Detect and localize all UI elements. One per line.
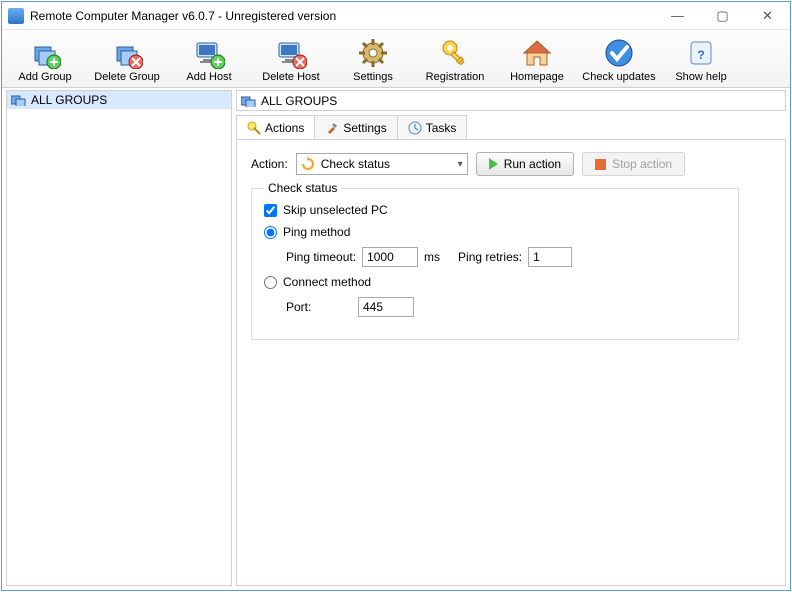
app-icon (8, 8, 24, 24)
delete-group-button[interactable]: Delete Group (86, 32, 168, 87)
stop-action-button: Stop action (582, 152, 685, 176)
gear-icon (357, 37, 389, 69)
ping-timeout-unit: ms (424, 250, 440, 264)
connect-method-radio[interactable] (264, 276, 277, 289)
tab-content: Action: Check status ▾ Run action (236, 140, 786, 586)
tree-root-item[interactable]: ALL GROUPS (7, 91, 231, 109)
run-action-button[interactable]: Run action (476, 152, 574, 176)
homepage-label: Homepage (510, 71, 564, 83)
tab-tasks[interactable]: Tasks (397, 115, 468, 139)
stop-action-label: Stop action (612, 157, 672, 171)
settings-button[interactable]: Settings (332, 32, 414, 87)
tabstrip: Actions Settings Tasks (236, 115, 786, 140)
port-input[interactable] (358, 297, 414, 317)
check-updates-label: Check updates (582, 71, 655, 83)
settings-label: Settings (353, 71, 393, 83)
toolbar: Add Group Delete Group Add Host Delete H… (2, 30, 790, 88)
titlebar: Remote Computer Manager v6.0.7 - Unregis… (2, 2, 790, 30)
show-help-button[interactable]: ? Show help (660, 32, 742, 87)
add-group-label: Add Group (18, 71, 71, 83)
add-group-button[interactable]: Add Group (4, 32, 86, 87)
delete-host-button[interactable]: Delete Host (250, 32, 332, 87)
close-button[interactable]: ✕ (745, 2, 790, 30)
chevron-down-icon: ▾ (458, 159, 463, 170)
skip-unselected-label: Skip unselected PC (283, 203, 388, 217)
action-combobox[interactable]: Check status ▾ (296, 153, 468, 175)
check-status-fieldset: Check status Skip unselected PC Ping met… (251, 188, 739, 340)
ping-timeout-label: Ping timeout: (286, 250, 356, 264)
group-icon (241, 93, 257, 109)
registration-label: Registration (426, 71, 485, 83)
groups-tree[interactable]: ALL GROUPS (6, 90, 232, 586)
tree-root-label: ALL GROUPS (31, 93, 107, 107)
key-icon (439, 37, 471, 69)
wand-icon (247, 121, 261, 135)
ping-method-label: Ping method (283, 225, 350, 239)
help-icon: ? (685, 37, 717, 69)
delete-host-icon (275, 37, 307, 69)
add-host-button[interactable]: Add Host (168, 32, 250, 87)
run-action-label: Run action (504, 157, 561, 171)
home-icon (521, 37, 553, 69)
homepage-button[interactable]: Homepage (496, 32, 578, 87)
ping-retries-input[interactable] (528, 247, 572, 267)
svg-text:?: ? (697, 48, 704, 62)
check-updates-button[interactable]: Check updates (578, 32, 660, 87)
delete-host-label: Delete Host (262, 71, 319, 83)
content-header-label: ALL GROUPS (261, 94, 337, 108)
tab-settings-label: Settings (343, 121, 386, 135)
window-title: Remote Computer Manager v6.0.7 - Unregis… (30, 9, 655, 23)
add-group-icon (29, 37, 61, 69)
connect-method-label: Connect method (283, 275, 371, 289)
show-help-label: Show help (675, 71, 726, 83)
tools-icon (325, 121, 339, 135)
ping-method-radio[interactable] (264, 226, 277, 239)
registration-button[interactable]: Registration (414, 32, 496, 87)
delete-group-label: Delete Group (94, 71, 159, 83)
refresh-icon (301, 157, 315, 171)
play-icon (489, 158, 498, 170)
minimize-button[interactable]: — (655, 2, 700, 30)
port-label: Port: (286, 300, 352, 314)
action-label: Action: (251, 157, 288, 171)
ping-timeout-input[interactable] (362, 247, 418, 267)
tab-settings[interactable]: Settings (314, 115, 397, 139)
tab-actions-label: Actions (265, 121, 304, 135)
check-updates-icon (603, 37, 635, 69)
fieldset-legend: Check status (264, 181, 341, 195)
group-icon (11, 92, 27, 108)
add-host-icon (193, 37, 225, 69)
add-host-label: Add Host (186, 71, 231, 83)
ping-retries-label: Ping retries: (458, 250, 522, 264)
tab-actions[interactable]: Actions (236, 115, 315, 139)
delete-group-icon (111, 37, 143, 69)
tab-tasks-label: Tasks (426, 121, 457, 135)
content-header: ALL GROUPS (236, 90, 786, 111)
clock-icon (408, 121, 422, 135)
skip-unselected-checkbox[interactable] (264, 204, 277, 217)
action-selected: Check status (321, 157, 390, 171)
stop-icon (595, 159, 606, 170)
maximize-button[interactable]: ▢ (700, 2, 745, 30)
